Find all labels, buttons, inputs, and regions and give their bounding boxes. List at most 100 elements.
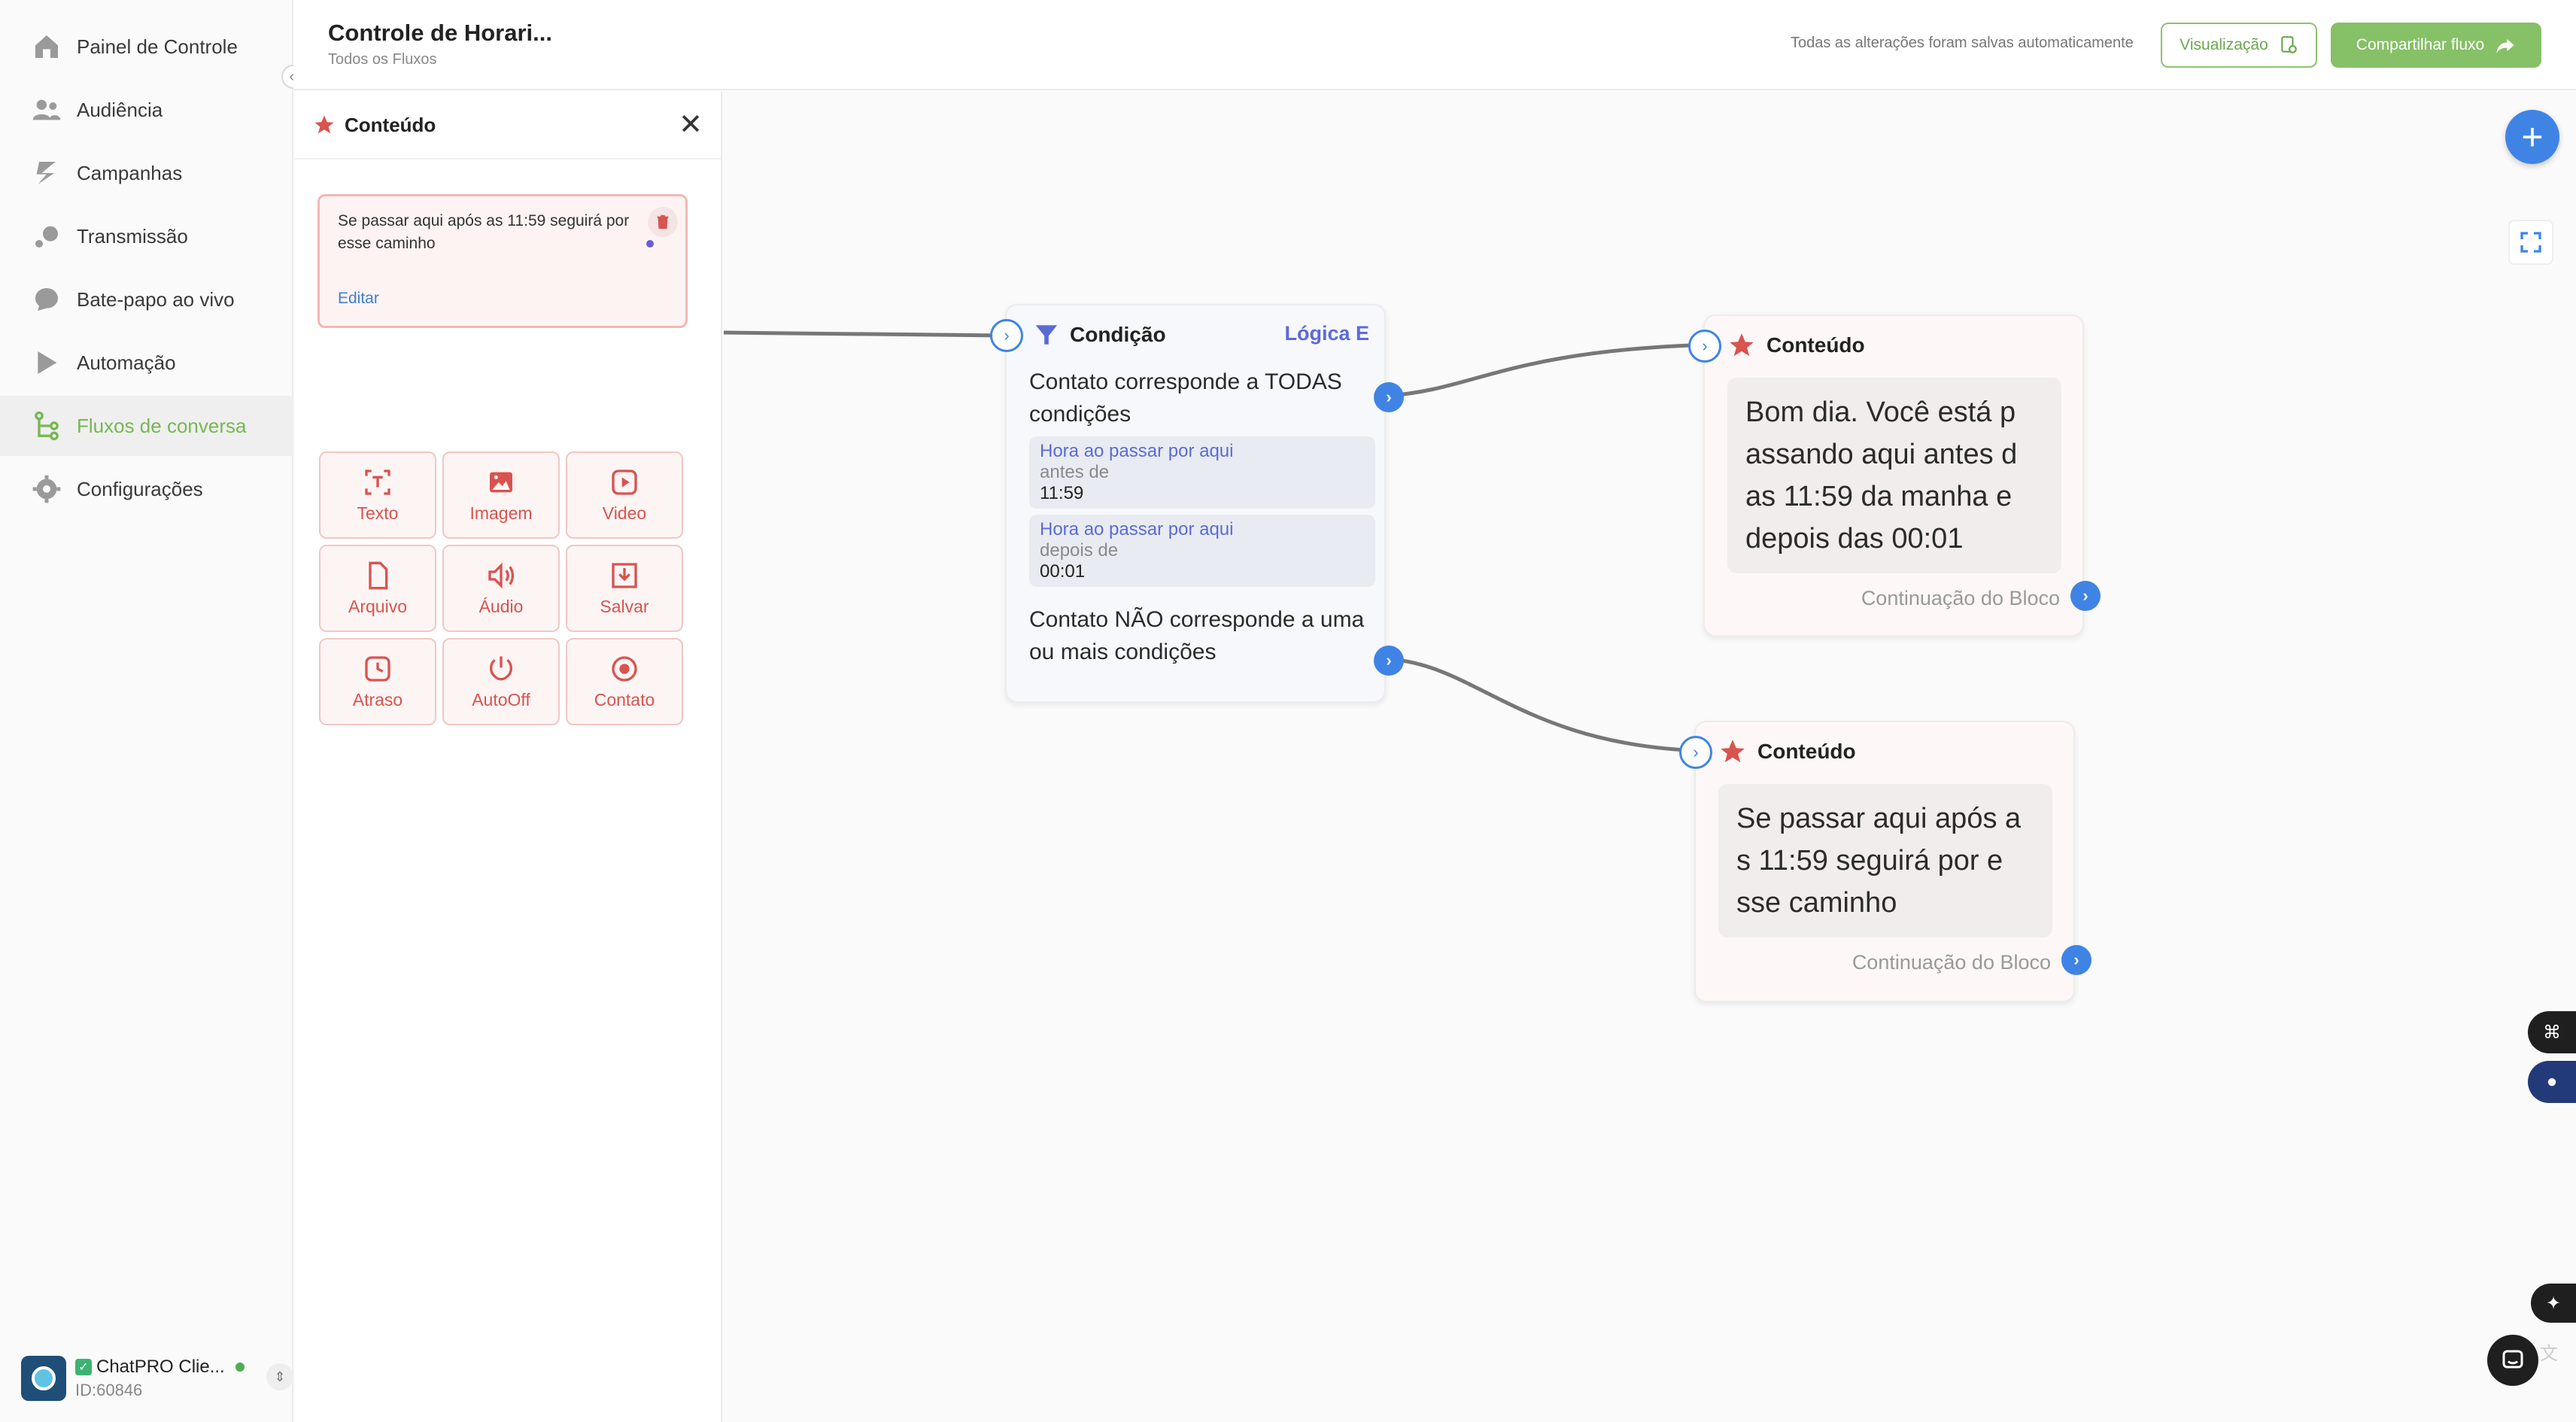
condition-value: 00:01 [1040, 561, 1086, 582]
condition-operator: depois de [1040, 540, 1119, 561]
connection-line [724, 330, 1006, 338]
input-port-icon[interactable]: › [1679, 736, 1712, 769]
sidebar-item-label: Audiência [77, 98, 163, 121]
video-icon [612, 469, 637, 495]
add-file-button[interactable]: Arquivo [319, 545, 436, 632]
expand-icon [2520, 232, 2541, 253]
node-title: Condição [1070, 323, 1166, 346]
chevron-updown-icon[interactable]: ⇕ [266, 1363, 293, 1390]
message-text: Se passar aqui após as 11:59 seguirá por… [338, 212, 630, 252]
sidebar-item-label: Automação [77, 351, 176, 374]
delete-button[interactable] [648, 207, 678, 237]
star-icon [314, 115, 334, 134]
output-port-icon[interactable]: › [2070, 581, 2101, 611]
tool-label: Texto [357, 503, 399, 523]
content-tool-grid: Texto Imagem Video Arquivo Áudio Salvar … [319, 451, 689, 725]
breadcrumb[interactable]: Todos os Fluxos [328, 51, 437, 68]
shortcuts-button[interactable]: ⌘ [2528, 1011, 2576, 1053]
share-flow-button[interactable]: Compartilhar fluxo [2331, 23, 2541, 68]
condition-operator: antes de [1040, 462, 1110, 482]
input-port-icon[interactable]: › [990, 319, 1023, 352]
automation-icon [30, 346, 63, 379]
message-bubble[interactable]: Bom dia. Você está p assando aqui antes … [1727, 378, 2061, 573]
sidebar-item-label: Bate-papo ao vivo [77, 287, 235, 311]
output-port-icon[interactable]: › [2061, 945, 2091, 975]
star-icon [1730, 333, 1754, 357]
preview-button[interactable]: Visualização [2161, 23, 2317, 68]
sidebar-item-label: Painel de Controle [77, 35, 238, 58]
save-icon [612, 562, 637, 588]
add-text-button[interactable]: Texto [319, 451, 436, 539]
connection-line [1387, 657, 1703, 753]
continuation-label: Continuação do Bloco [1861, 587, 2060, 609]
condition-item[interactable]: Hora ao passar por aqui depois de 00:01 [1029, 515, 1375, 587]
avatar [21, 1356, 66, 1401]
campaign-icon [30, 156, 63, 190]
output-port-true-icon[interactable]: › [1374, 382, 1404, 412]
audio-icon [488, 562, 515, 588]
drag-handle-dot[interactable] [646, 240, 654, 248]
condition-item[interactable]: Hora ao passar por aqui antes de 11:59 [1029, 436, 1375, 509]
flow-canvas[interactable]: › Condição Lógica E Contato corresponde … [724, 92, 2576, 1422]
sidebar-item-audience[interactable]: Audiência [0, 80, 293, 140]
condition-field: Hora ao passar por aqui [1040, 519, 1234, 539]
logic-toggle[interactable]: Lógica E [1284, 322, 1369, 345]
filter-icon [1035, 325, 1058, 345]
add-block-button[interactable]: + [2505, 110, 2559, 164]
sparkle-icon: ✦ [2545, 1293, 2562, 1314]
verified-icon: ✓ [75, 1359, 92, 1375]
add-autooff-button[interactable]: AutoOff [442, 638, 560, 725]
node-title: Conteúdo [1766, 333, 1865, 357]
fit-view-button[interactable] [2508, 220, 2553, 265]
add-image-button[interactable]: Imagem [442, 451, 560, 539]
sidebar-item-label: Campanhas [77, 161, 183, 184]
sidebar-item-broadcast[interactable]: Transmissão [0, 206, 293, 266]
message-bubble[interactable]: Se passar aqui após a s 11:59 seguirá po… [1718, 784, 2052, 937]
command-icon: ⌘ [2543, 1022, 2561, 1043]
sidebar-item-live-chat[interactable]: Bate-papo ao vivo [0, 269, 293, 330]
input-port-icon[interactable]: › [1688, 330, 1721, 363]
account-switcher[interactable]: ✓ ChatPRO Clie... ID:60846 ⇕ [21, 1354, 293, 1402]
add-delay-button[interactable]: Atraso [319, 638, 436, 725]
condition-node[interactable]: › Condição Lógica E Contato corresponde … [990, 304, 1404, 703]
panel-title: Conteúdo [345, 113, 436, 136]
power-icon [490, 655, 512, 680]
add-save-button[interactable]: Salvar [566, 545, 683, 632]
sidebar-item-automation[interactable]: Automação [0, 333, 293, 393]
sidebar-item-conversation-flows[interactable]: Fluxos de conversa [0, 396, 293, 456]
match-all-label: Contato corresponde a TODAS condições [1029, 369, 1342, 427]
translate-icon[interactable]: 文 [2534, 1336, 2564, 1366]
tool-label: AutoOff [472, 689, 530, 709]
edit-link[interactable]: Editar [338, 290, 379, 308]
online-status-icon [235, 1363, 245, 1372]
sidebar-item-dashboard[interactable]: Painel de Controle [0, 17, 293, 77]
preview-icon [2281, 36, 2297, 53]
delay-icon [365, 655, 390, 682]
support-chat-button[interactable] [2487, 1335, 2538, 1386]
flow-icon [30, 409, 63, 442]
sidebar-item-campaigns[interactable]: Campanhas [0, 143, 293, 203]
ai-sparkle-button[interactable]: ✦ [2531, 1284, 2576, 1323]
tool-label: Contato [594, 689, 655, 709]
tool-label: Video [602, 503, 647, 523]
message-card[interactable]: Se passar aqui após as 11:59 seguirá por… [317, 194, 688, 328]
page-title[interactable]: Controle de Horari... [328, 20, 552, 47]
match-none-label: Contato NÃO corresponde a uma ou mais co… [1029, 607, 1365, 664]
star-icon [1721, 740, 1745, 763]
content-node[interactable]: › Conteúdo Se passar aqui após a s 11:59… [1679, 721, 2091, 1002]
share-icon [2496, 38, 2514, 53]
content-node[interactable]: › Conteúdo Bom dia. Você está p assando … [1688, 314, 2101, 637]
connections-layer [724, 330, 1712, 753]
tool-label: Atraso [352, 689, 403, 709]
add-contact-button[interactable]: Contato [566, 638, 683, 725]
bot-icon: ● [2546, 1071, 2558, 1092]
close-icon[interactable]: ✕ [676, 110, 706, 140]
account-id: ID:60846 [75, 1381, 143, 1399]
output-port-false-icon[interactable]: › [1374, 646, 1404, 676]
account-name: ChatPRO Clie... [96, 1357, 225, 1377]
sidebar-item-settings[interactable]: Configurações [0, 459, 293, 519]
connection-line [1387, 342, 1712, 398]
add-video-button[interactable]: Video [566, 451, 683, 539]
assistant-button[interactable]: ● [2528, 1061, 2576, 1103]
add-audio-button[interactable]: Áudio [442, 545, 560, 632]
